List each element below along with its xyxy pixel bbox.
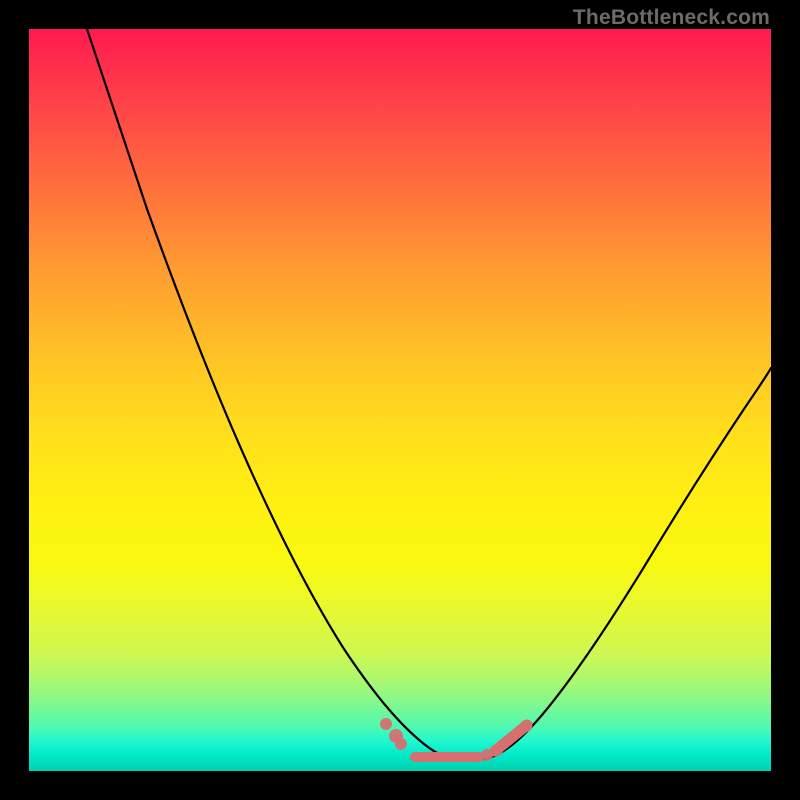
data-marker [380,718,392,730]
chart-container: TheBottleneck.com [0,0,800,800]
plot-area [29,29,771,771]
chart-svg [29,29,771,771]
data-marker [491,744,503,756]
data-marker [395,738,407,750]
data-marker [520,720,532,732]
watermark-label: TheBottleneck.com [573,6,770,30]
bottleneck-curve [87,29,771,759]
